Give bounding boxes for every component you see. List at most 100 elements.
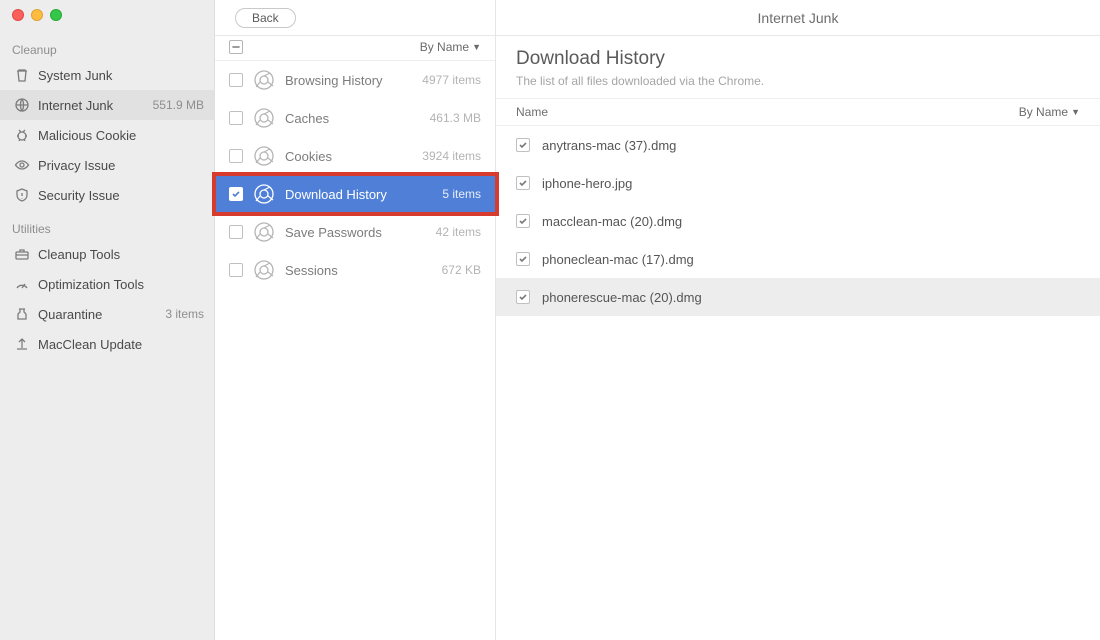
sidebar-item-optimization-tools[interactable]: Optimization Tools (0, 269, 214, 299)
category-checkbox[interactable] (229, 225, 243, 239)
highlight-box: Download History 5 items (215, 175, 495, 213)
category-checkbox[interactable] (229, 263, 243, 277)
category-label: Download History (285, 187, 432, 202)
upload-icon (14, 336, 30, 352)
shield-icon (14, 187, 30, 203)
category-meta: 3924 items (422, 149, 481, 163)
chrome-icon (253, 145, 275, 167)
detail-sort-label: By Name (1019, 105, 1068, 119)
chrome-icon (253, 107, 275, 129)
globe-icon (14, 97, 30, 113)
file-name: anytrans-mac (37).dmg (542, 138, 676, 153)
sidebar-item-cleanup-tools[interactable]: Cleanup Tools (0, 239, 214, 269)
file-checkbox[interactable] (516, 252, 530, 266)
sidebar-item-label: System Junk (38, 68, 204, 83)
caret-down-icon: ▼ (1071, 107, 1080, 117)
category-row-save-passwords[interactable]: Save Passwords 42 items (215, 213, 495, 251)
sidebar-item-badge: 3 items (165, 307, 204, 321)
sidebar-item-label: Cleanup Tools (38, 247, 204, 262)
category-row-download-history[interactable]: Download History 5 items (215, 175, 495, 213)
detail-header: Download History The list of all files d… (496, 36, 1100, 98)
sidebar-item-badge: 551.9 MB (153, 98, 204, 112)
detail-sort[interactable]: By Name ▼ (1019, 105, 1080, 119)
file-name: macclean-mac (20).dmg (542, 214, 682, 229)
close-window-button[interactable] (12, 9, 24, 21)
file-row[interactable]: iphone-hero.jpg (496, 164, 1100, 202)
minimize-window-button[interactable] (31, 9, 43, 21)
category-meta: 42 items (436, 225, 481, 239)
sidebar-item-security-issue[interactable]: Security Issue (0, 180, 214, 210)
file-checkbox[interactable] (516, 214, 530, 228)
trash-icon (14, 67, 30, 83)
category-meta: 672 KB (442, 263, 481, 277)
chrome-icon (253, 259, 275, 281)
category-row-browsing-history[interactable]: Browsing History 4977 items (215, 61, 495, 99)
sidebar-item-macclean-update[interactable]: MacClean Update (0, 329, 214, 359)
detail-panel: Internet Junk Download History The list … (496, 0, 1100, 640)
chrome-icon (253, 221, 275, 243)
category-checkbox[interactable] (229, 187, 243, 201)
toolbox-icon (14, 246, 30, 262)
file-row[interactable]: anytrans-mac (37).dmg (496, 126, 1100, 164)
window-controls (0, 0, 214, 39)
sidebar-item-privacy-issue[interactable]: Privacy Issue (0, 150, 214, 180)
sidebar-section-utilities-title: Utilities (0, 218, 214, 239)
file-name: phoneclean-mac (17).dmg (542, 252, 694, 267)
sidebar-item-label: Malicious Cookie (38, 128, 204, 143)
eye-icon (14, 157, 30, 173)
category-meta: 461.3 MB (430, 111, 481, 125)
file-checkbox[interactable] (516, 176, 530, 190)
gauge-icon (14, 276, 30, 292)
category-checkbox[interactable] (229, 73, 243, 87)
category-meta: 4977 items (422, 73, 481, 87)
sidebar-item-label: Privacy Issue (38, 158, 204, 173)
file-row[interactable]: macclean-mac (20).dmg (496, 202, 1100, 240)
category-meta: 5 items (442, 187, 481, 201)
sidebar-item-label: Quarantine (38, 307, 157, 322)
back-button[interactable]: Back (235, 8, 296, 28)
sidebar-item-system-junk[interactable]: System Junk (0, 60, 214, 90)
file-row[interactable]: phoneclean-mac (17).dmg (496, 240, 1100, 278)
category-row-sessions[interactable]: Sessions 672 KB (215, 251, 495, 289)
sidebar-item-label: Security Issue (38, 188, 204, 203)
sort-label-text: By Name (420, 40, 469, 54)
detail-subtitle: The list of all files downloaded via the… (516, 74, 1080, 88)
bug-icon (14, 127, 30, 143)
app-window: Cleanup System Junk Internet Junk 551.9 … (0, 0, 1100, 640)
detail-columns: Name By Name ▼ (496, 98, 1100, 126)
column-name: Name (516, 105, 548, 119)
category-row-cookies[interactable]: Cookies 3924 items (215, 137, 495, 175)
file-list: anytrans-mac (37).dmg iphone-hero.jpg ma… (496, 126, 1100, 640)
category-label: Save Passwords (285, 225, 426, 240)
file-checkbox[interactable] (516, 138, 530, 152)
window-title: Internet Junk (496, 0, 1100, 36)
sidebar-item-label: Internet Junk (38, 98, 145, 113)
sidebar-section-cleanup-title: Cleanup (0, 39, 214, 60)
sidebar-item-internet-junk[interactable]: Internet Junk 551.9 MB (0, 90, 214, 120)
category-label: Browsing History (285, 73, 412, 88)
header-bar: Back (215, 0, 495, 36)
sidebar-item-label: Optimization Tools (38, 277, 204, 292)
chrome-icon (253, 183, 275, 205)
detail-title: Download History (516, 48, 1080, 70)
file-checkbox[interactable] (516, 290, 530, 304)
category-checkbox[interactable] (229, 149, 243, 163)
category-label: Caches (285, 111, 420, 126)
category-panel: Back By Name ▼ Browsing History 4977 ite… (215, 0, 496, 640)
category-list: Browsing History 4977 items Caches 461.3… (215, 61, 495, 640)
file-name: phonerescue-mac (20).dmg (542, 290, 702, 305)
zoom-window-button[interactable] (50, 9, 62, 21)
select-all-toggle[interactable] (229, 40, 243, 54)
category-row-caches[interactable]: Caches 461.3 MB (215, 99, 495, 137)
file-name: iphone-hero.jpg (542, 176, 632, 191)
sidebar-item-quarantine[interactable]: Quarantine 3 items (0, 299, 214, 329)
sidebar-item-label: MacClean Update (38, 337, 204, 352)
category-header-row: By Name ▼ (215, 36, 495, 61)
category-label: Sessions (285, 263, 432, 278)
sidebar: Cleanup System Junk Internet Junk 551.9 … (0, 0, 215, 640)
category-sort[interactable]: By Name ▼ (420, 40, 481, 54)
sidebar-item-malicious-cookie[interactable]: Malicious Cookie (0, 120, 214, 150)
category-checkbox[interactable] (229, 111, 243, 125)
caret-down-icon: ▼ (472, 42, 481, 52)
file-row[interactable]: phonerescue-mac (20).dmg (496, 278, 1100, 316)
